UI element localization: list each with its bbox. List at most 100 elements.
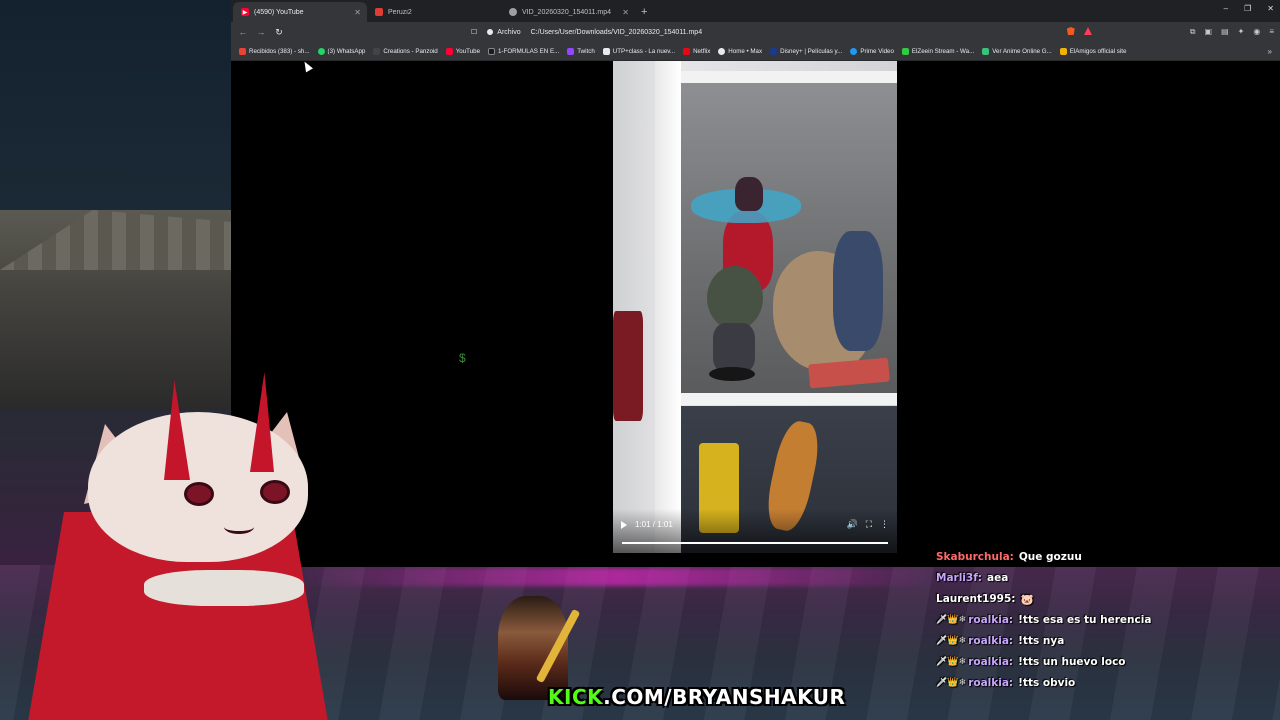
extension-icons: ⧉ ▣ ▤ ✦ ◉ ≡: [1066, 27, 1274, 37]
bookmark-item[interactable]: UTP+class - La nuev...: [599, 46, 679, 57]
toolbar-spacer: [1101, 27, 1181, 37]
bookmark-item[interactable]: Creations - Panzoid: [369, 46, 441, 57]
vtuber-cat-avatar: [28, 372, 348, 720]
reload-button[interactable]: ↻: [273, 27, 285, 38]
chat-username: roalkia:: [968, 656, 1014, 668]
more-options-icon[interactable]: ⋮: [880, 519, 889, 530]
shelf-board: [673, 393, 897, 405]
minimize-button[interactable]: –: [1224, 4, 1228, 13]
chat-username: roalkia:: [968, 635, 1014, 647]
mail-icon: [239, 47, 246, 55]
chat-text: Que gozuu: [1018, 551, 1082, 563]
anime-icon: [982, 47, 990, 55]
youtube-icon: [445, 47, 453, 55]
panzoid-icon: [373, 47, 381, 55]
chat-username: roalkia:: [968, 677, 1014, 689]
chat-badges-icon: 🗡👑❄: [936, 657, 967, 667]
bookmark-label: YouTube: [455, 47, 481, 55]
chat-message: Marli3f: aea: [936, 570, 1276, 586]
bookmark-item[interactable]: Ver Anime Online G...: [978, 46, 1056, 57]
chat-text: !tts un huevo loco: [1018, 656, 1126, 668]
kick-channel-banner: KICK.COM/BRYANSHAKUR: [458, 596, 845, 714]
cat-eye: [184, 482, 214, 506]
chat-text: 🐷: [1020, 593, 1034, 606]
bookmark-label: Ver Anime Online G...: [992, 47, 1052, 55]
wallet-icon[interactable]: ▤: [1221, 27, 1229, 37]
brave-shield-icon[interactable]: [1066, 27, 1075, 35]
bookmark-label: Home • Max: [728, 47, 763, 55]
restore-button[interactable]: ❐: [1244, 4, 1251, 13]
tab-title: (4590) YouTube: [254, 8, 304, 16]
bookmark-item[interactable]: Home • Max: [714, 46, 766, 57]
info-icon: [487, 29, 494, 35]
document-icon: [488, 47, 496, 55]
bookmark-label: Prime Video: [860, 47, 894, 55]
chat-text: !tts esa es tu herencia: [1018, 614, 1152, 626]
vpn-icon[interactable]: ◉: [1253, 27, 1260, 37]
chat-message: 🗡👑❄ roalkia: !tts nya: [936, 633, 1276, 649]
close-window-button[interactable]: ✕: [1267, 4, 1274, 13]
bookmark-label: Creations - Panzoid: [383, 47, 438, 55]
video-progress-bar[interactable]: [622, 542, 888, 544]
brave-rewards-icon[interactable]: [1083, 27, 1092, 35]
tab-peruzi[interactable]: Peruzi2: [367, 2, 501, 22]
bookmark-item[interactable]: Prime Video: [846, 46, 898, 57]
figure: [735, 177, 763, 211]
bookmark-item[interactable]: ElAmigos official site: [1056, 46, 1131, 57]
chat-text: !tts obvio: [1018, 677, 1076, 689]
leo-icon[interactable]: ✦: [1238, 27, 1245, 37]
close-tab-icon[interactable]: ✕: [622, 8, 629, 17]
back-button[interactable]: ←: [237, 27, 249, 37]
bookmark-label: ElAmigos official site: [1069, 47, 1127, 55]
bookmark-item[interactable]: ElZeein Stream - Wa...: [898, 46, 978, 57]
video-time: 1:01 / 1:01: [635, 520, 673, 529]
more-bookmarks-icon[interactable]: »: [1268, 47, 1272, 56]
bookmark-item[interactable]: Disney+ | Películas y...: [766, 46, 846, 57]
url-text[interactable]: C:/Users/User/Downloads/VID_20260320_154…: [531, 29, 702, 36]
media-viewer: $ 1:01 / 1:01 🔊 ⛶ ⋮: [231, 59, 1280, 567]
peruzi-icon: [375, 8, 383, 16]
chat-username: roalkia:: [968, 614, 1014, 626]
figure: [833, 231, 883, 351]
tab-youtube[interactable]: ▶ (4590) YouTube ✕: [233, 2, 367, 22]
bookmark-item[interactable]: YouTube: [442, 46, 484, 57]
menu-icon[interactable]: ≡: [1269, 27, 1274, 37]
bookmark-star-icon[interactable]: ☐: [471, 28, 477, 36]
play-icon[interactable]: [621, 520, 627, 529]
chat-username: Skaburchula:: [936, 551, 1014, 563]
kick-suffix: .COM/BRYANSHAKUR: [603, 685, 846, 709]
bookmark-item[interactable]: Netflix: [679, 46, 714, 57]
disney-icon: [770, 47, 778, 55]
bookmark-item[interactable]: 1-FORMULAS EN E...: [484, 46, 563, 57]
close-tab-icon[interactable]: ✕: [354, 8, 361, 17]
whatsapp-icon: [317, 47, 325, 55]
kick-url: KICK.COM/BRYANSHAKUR: [542, 682, 851, 712]
video-player[interactable]: 1:01 / 1:01 🔊 ⛶ ⋮: [613, 61, 897, 553]
extensions-icon[interactable]: ⧉: [1190, 27, 1196, 37]
address-bar[interactable]: ☐ Archivo C:/Users/User/Downloads/VID_20…: [291, 24, 1061, 40]
new-tab-button[interactable]: +: [641, 6, 647, 18]
bookmark-item[interactable]: Recibidos (383) - sh...: [235, 46, 314, 57]
chat-message: 🗡👑❄ roalkia: !tts un huevo loco: [936, 654, 1276, 670]
bookmark-item[interactable]: Twitch: [563, 46, 599, 57]
forward-button[interactable]: →: [255, 27, 267, 37]
site-info-chip[interactable]: Archivo: [483, 29, 524, 36]
chat-overlay: Skaburchula: Que gozuu Marli3f: aea Laurent1…: [936, 549, 1276, 691]
figure: [707, 266, 763, 330]
chat-badges-icon: 🗡👑❄: [936, 678, 967, 688]
bookmark-label: (3) WhatsApp: [327, 47, 366, 55]
figure: [613, 311, 643, 421]
video-controls-row: 1:01 / 1:01 🔊 ⛶ ⋮: [621, 519, 889, 530]
utp-icon: [602, 47, 610, 55]
chat-message: Skaburchula: Que gozuu: [936, 549, 1276, 565]
cat-eye: [260, 480, 290, 504]
cat-mouth: [224, 520, 254, 534]
bookmark-item[interactable]: (3) WhatsApp: [314, 46, 370, 57]
video-progress-fill: [622, 542, 888, 544]
cat-collar: [144, 570, 304, 606]
sidebar-icon[interactable]: ▣: [1205, 27, 1213, 37]
volume-icon[interactable]: 🔊: [846, 519, 857, 530]
fullscreen-icon[interactable]: ⛶: [866, 519, 872, 530]
tab-video-file[interactable]: VID_20260320_154011.mp4 ✕: [501, 2, 635, 22]
kick-prefix: KICK: [548, 685, 604, 709]
